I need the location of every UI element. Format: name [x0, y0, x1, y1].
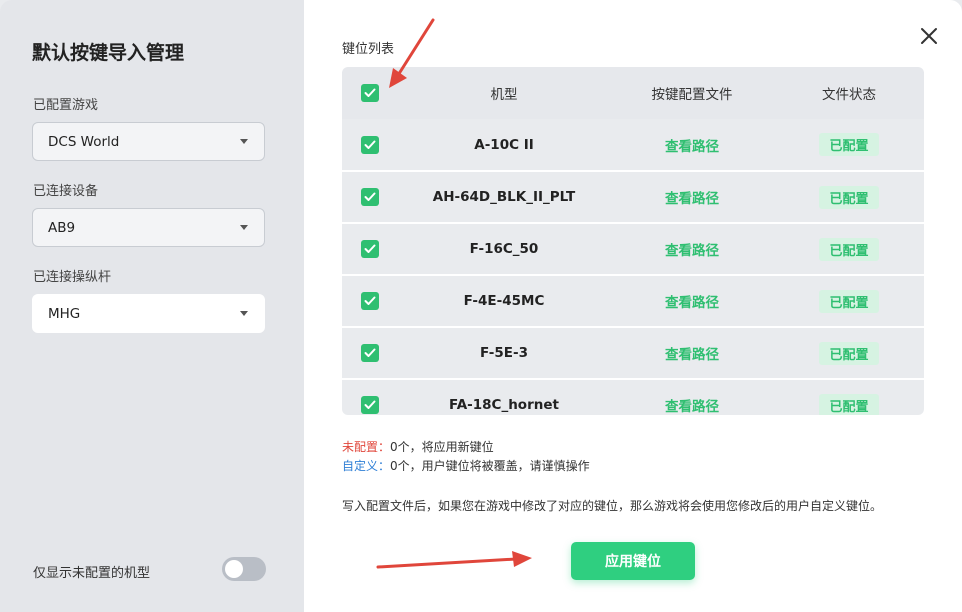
- check-icon: [364, 140, 376, 149]
- game-label: 已配置游戏: [33, 98, 99, 113]
- unconfigured-text: 0个，将应用新键位: [390, 440, 494, 454]
- keymap-panel: 键位列表 机型 按键配置文件 文件状态 A-10C II 查看路径 已配置 AH…: [304, 0, 962, 612]
- model-name: F-4E-45MC: [463, 293, 545, 309]
- status-badge: 已配置: [819, 185, 879, 209]
- keymap-list-label: 键位列表: [342, 42, 395, 57]
- column-header-model: 机型: [490, 87, 518, 103]
- table-row: F-16C_50 查看路径 已配置: [342, 223, 924, 275]
- check-icon: [364, 244, 376, 253]
- status-badge: 已配置: [819, 133, 879, 156]
- unconfigured-label: 未配置：: [342, 440, 391, 454]
- summary-notes: 未配置：0个，将应用新键位 自定义：0个，用户键位将被覆盖，请谨慎操作: [342, 438, 590, 476]
- unconfigured-only-label: 仅显示未配置的机型: [33, 566, 151, 581]
- row-checkbox[interactable]: [361, 396, 379, 414]
- table-header: 机型 按键配置文件 文件状态: [342, 67, 924, 119]
- unconfigured-only-toggle[interactable]: [222, 557, 266, 581]
- status-badge: 已配置: [819, 393, 879, 415]
- chevron-down-icon: [240, 311, 248, 316]
- row-checkbox[interactable]: [361, 188, 379, 206]
- check-icon: [364, 88, 376, 97]
- view-path-link[interactable]: 查看路径: [665, 243, 719, 259]
- custom-label: 自定义：: [342, 459, 391, 473]
- device-select[interactable]: AB9: [32, 208, 265, 247]
- game-select[interactable]: DCS World: [32, 122, 265, 161]
- chevron-down-icon: [240, 139, 248, 144]
- unconfigured-note: 未配置：0个，将应用新键位: [342, 438, 590, 457]
- table-row: F-4E-45MC 查看路径 已配置: [342, 275, 924, 327]
- status-badge: 已配置: [819, 341, 879, 365]
- view-path-link[interactable]: 查看路径: [665, 347, 719, 363]
- model-name: FA-18C_hornet: [449, 397, 559, 413]
- model-name: F-16C_50: [469, 241, 539, 257]
- page-title: 默认按键导入管理: [32, 42, 185, 64]
- device-label: 已连接设备: [33, 184, 99, 199]
- select-all-checkbox[interactable]: [361, 84, 379, 102]
- view-path-link[interactable]: 查看路径: [665, 399, 719, 415]
- custom-note: 自定义：0个，用户键位将被覆盖，请谨慎操作: [342, 457, 590, 476]
- status-badge: 已配置: [819, 289, 879, 313]
- game-select-value: DCS World: [48, 133, 120, 150]
- apply-keymap-button[interactable]: 应用键位: [571, 542, 695, 580]
- keymap-table[interactable]: 机型 按键配置文件 文件状态 A-10C II 查看路径 已配置 AH-64D_…: [342, 67, 924, 415]
- settings-sidebar: 默认按键导入管理 已配置游戏 DCS World 已连接设备 AB9 已连接操纵…: [0, 0, 304, 612]
- toggle-knob: [225, 560, 243, 578]
- check-icon: [364, 348, 376, 357]
- model-name: AH-64D_BLK_II_PLT: [432, 189, 576, 205]
- status-badge: 已配置: [819, 237, 879, 261]
- row-checkbox[interactable]: [361, 344, 379, 362]
- model-name: A-10C II: [474, 136, 534, 153]
- joystick-select[interactable]: MHG: [32, 294, 265, 333]
- view-path-link[interactable]: 查看路径: [665, 295, 719, 311]
- table-row: AH-64D_BLK_II_PLT 查看路径 已配置: [342, 171, 924, 223]
- row-checkbox[interactable]: [361, 135, 379, 154]
- check-icon: [364, 400, 376, 409]
- table-row: F-5E-3 查看路径 已配置: [342, 327, 924, 379]
- model-name: F-5E-3: [479, 345, 529, 361]
- info-text: 写入配置文件后，如果您在游戏中修改了对应的键位，那么游戏将会使用您修改后的用户自…: [342, 499, 883, 513]
- chevron-down-icon: [240, 225, 248, 230]
- row-checkbox[interactable]: [361, 292, 379, 310]
- device-select-value: AB9: [48, 219, 76, 236]
- check-icon: [364, 296, 376, 305]
- row-checkbox[interactable]: [361, 240, 379, 258]
- joystick-select-value: MHG: [48, 305, 81, 322]
- close-icon[interactable]: [920, 27, 938, 45]
- view-path-link[interactable]: 查看路径: [665, 191, 719, 207]
- view-path-link[interactable]: 查看路径: [665, 139, 719, 155]
- table-row: FA-18C_hornet 查看路径 已配置: [342, 379, 924, 415]
- table-row: A-10C II 查看路径 已配置: [342, 119, 924, 171]
- joystick-label: 已连接操纵杆: [33, 270, 112, 285]
- check-icon: [364, 192, 376, 201]
- column-header-file: 按键配置文件: [651, 87, 733, 103]
- column-header-state: 文件状态: [822, 87, 876, 103]
- custom-text: 0个，用户键位将被覆盖，请谨慎操作: [390, 459, 590, 473]
